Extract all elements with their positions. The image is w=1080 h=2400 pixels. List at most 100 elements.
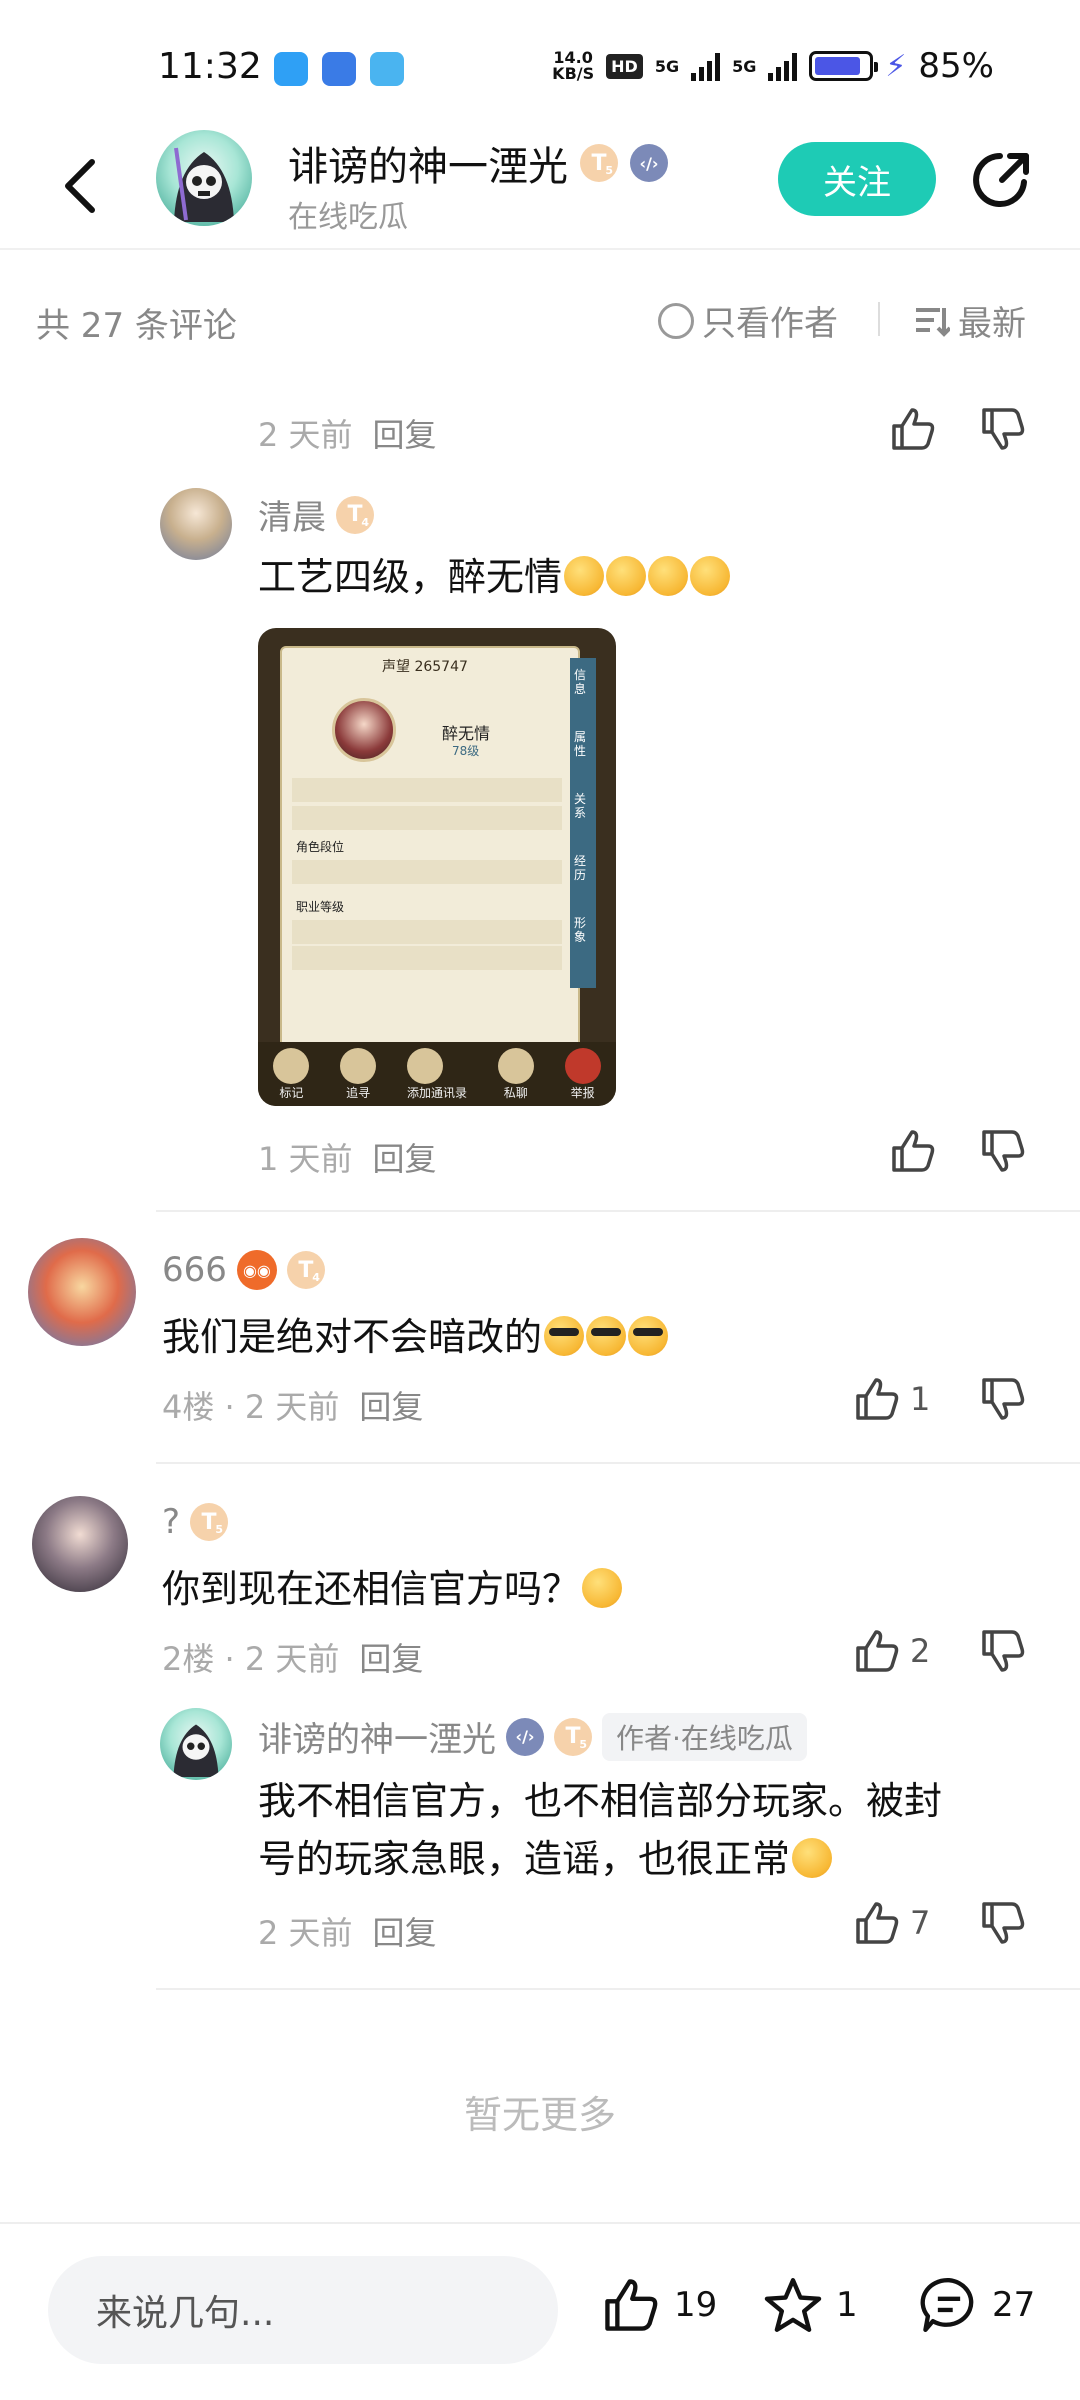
share-icon	[973, 153, 1029, 207]
comment-text-line: 号的玩家急眼，造谣，也很正常	[258, 1837, 791, 1881]
reply-button[interactable]: 回复	[359, 1634, 423, 1680]
user-name: ?	[162, 1502, 181, 1542]
comment-user[interactable]: 666 ◉◉ T4	[162, 1250, 325, 1290]
emoji-icon	[606, 556, 647, 596]
author-name-text: 诽谤的神一湮光	[288, 144, 568, 190]
action-buttons-row: 标记 追寻 添加通讯录 私聊 举报	[258, 1042, 616, 1106]
comment-text-content: 你到现在还相信官方吗？	[162, 1567, 581, 1611]
skull-reaper-icon	[174, 147, 234, 222]
thumbs-up-icon	[892, 408, 935, 450]
level-badge-letter: T	[201, 1509, 217, 1535]
comment-divider	[156, 1210, 1080, 1212]
level-badge-num: 5	[215, 1523, 224, 1536]
favorite-count: 1	[836, 2285, 858, 2325]
sort-latest-button[interactable]: 最新	[912, 296, 1026, 345]
like-button[interactable]	[888, 404, 938, 454]
net2-label: 5G	[732, 56, 757, 76]
comment-image[interactable]: 声望 265747 醉无情 78级 角色段位 职业等级 信息 属性 关系 经历 …	[258, 628, 616, 1106]
reply-button[interactable]: 回复	[359, 1382, 423, 1428]
post-like-button[interactable]: 19	[600, 2274, 717, 2336]
comment-text: 工艺四级，醉无情	[258, 548, 731, 606]
author-avatar[interactable]	[156, 130, 252, 226]
share-button[interactable]	[968, 146, 1036, 214]
follow-button[interactable]: 关注	[778, 142, 936, 216]
action-label: 添加通讯录	[406, 1085, 467, 1100]
star-icon	[764, 2278, 822, 2332]
section-title: 角色段位	[296, 840, 345, 854]
comment-user[interactable]: 清晨 T4	[258, 490, 374, 539]
sunglasses-emoji-icon	[544, 1316, 585, 1356]
mark-icon	[273, 1047, 310, 1084]
like-button[interactable]	[888, 1126, 938, 1176]
dislike-button[interactable]	[978, 1898, 1028, 1948]
floor-time: 4楼 · 2 天前	[162, 1388, 340, 1426]
level-badge: T4	[286, 1251, 325, 1289]
battery-icon	[809, 51, 879, 81]
comment-text-content: 工艺四级，醉无情	[258, 555, 563, 599]
tab-label: 经历	[574, 854, 587, 882]
action-label: 私聊	[503, 1085, 528, 1100]
thumbs-down-icon	[982, 408, 1025, 450]
like-count: 7	[910, 1904, 931, 1942]
only-author-toggle[interactable]: 只看作者	[658, 296, 838, 345]
favorite-button[interactable]: 1	[762, 2274, 858, 2336]
info-row	[292, 920, 562, 944]
emoji-icon	[792, 1838, 833, 1878]
emoji-icon	[690, 556, 731, 596]
level-badge-letter: T	[347, 502, 363, 527]
level-badge-num: 4	[361, 515, 369, 529]
like-button[interactable]: 7	[852, 1898, 930, 1948]
developer-badge-icon: ‹/›	[630, 144, 668, 182]
comments-count: 27	[992, 2285, 1036, 2325]
back-button[interactable]	[56, 150, 106, 220]
section-title: 职业等级	[296, 900, 345, 914]
sort-icon	[916, 307, 950, 337]
user-name: 666	[162, 1250, 227, 1290]
track-action: 追寻	[340, 1047, 377, 1101]
character-info-panel: 声望 265747 醉无情 78级 角色段位 职业等级	[280, 646, 580, 1076]
like-button[interactable]: 1	[852, 1374, 930, 1424]
status-app-icons	[274, 52, 404, 86]
post-like-count: 19	[674, 2285, 718, 2325]
hd-badge: HD	[606, 53, 643, 79]
comment-user[interactable]: ? T5	[162, 1502, 229, 1542]
user-name: 诽谤的神一湮光	[258, 1720, 496, 1760]
only-author-label: 只看作者	[702, 304, 838, 344]
user-avatar[interactable]	[32, 1496, 128, 1592]
user-name: 清晨	[258, 498, 326, 538]
level-badge: T5	[580, 144, 618, 182]
thumbs-down-icon	[982, 1902, 1025, 1944]
netspeed-unit: KB/S	[552, 64, 595, 83]
author-reply-avatar[interactable]	[160, 1708, 232, 1780]
user-avatar[interactable]	[28, 1238, 136, 1346]
reply-button[interactable]: 回复	[373, 1908, 437, 1954]
info-row	[292, 778, 562, 802]
sort-label: 最新	[958, 304, 1026, 344]
skull-reaper-icon	[173, 1724, 219, 1777]
level-badge-num: 5	[579, 1737, 587, 1751]
level-badge: T4	[336, 495, 374, 534]
reply-button[interactable]: 回复	[373, 410, 437, 456]
character-level: 78级	[452, 744, 480, 758]
dislike-button[interactable]	[978, 404, 1028, 454]
add-contact-icon	[406, 1047, 443, 1084]
reply-time: 1 天前	[258, 1140, 353, 1178]
dislike-button[interactable]	[978, 1626, 1028, 1676]
tab-label: 属性	[574, 730, 587, 758]
reply-button[interactable]: 回复	[373, 1134, 437, 1180]
dislike-button[interactable]	[978, 1126, 1028, 1176]
filter-divider	[878, 302, 880, 336]
user-avatar[interactable]	[160, 488, 232, 560]
comment-user[interactable]: 诽谤的神一湮光 ‹/› T5 作者·在线吃瓜	[258, 1712, 807, 1761]
comments-button[interactable]: 27	[918, 2274, 1035, 2336]
comment-meta: 4楼 · 2 天前 回复	[162, 1382, 423, 1428]
like-button[interactable]: 2	[852, 1626, 930, 1676]
comment-count: 共 27 条评论	[36, 306, 237, 346]
comment-input[interactable]: 来说几句...	[48, 2256, 558, 2364]
dislike-button[interactable]	[978, 1374, 1028, 1424]
game-badge-icon: ◉◉	[236, 1250, 277, 1290]
bottom-action-bar: 来说几句... 19 1 27	[0, 2222, 1080, 2400]
battery-fill	[815, 57, 860, 75]
comment-filter-bar: 共 27 条评论 只看作者 最新	[0, 252, 1080, 392]
tab-label: 形象	[574, 916, 587, 944]
